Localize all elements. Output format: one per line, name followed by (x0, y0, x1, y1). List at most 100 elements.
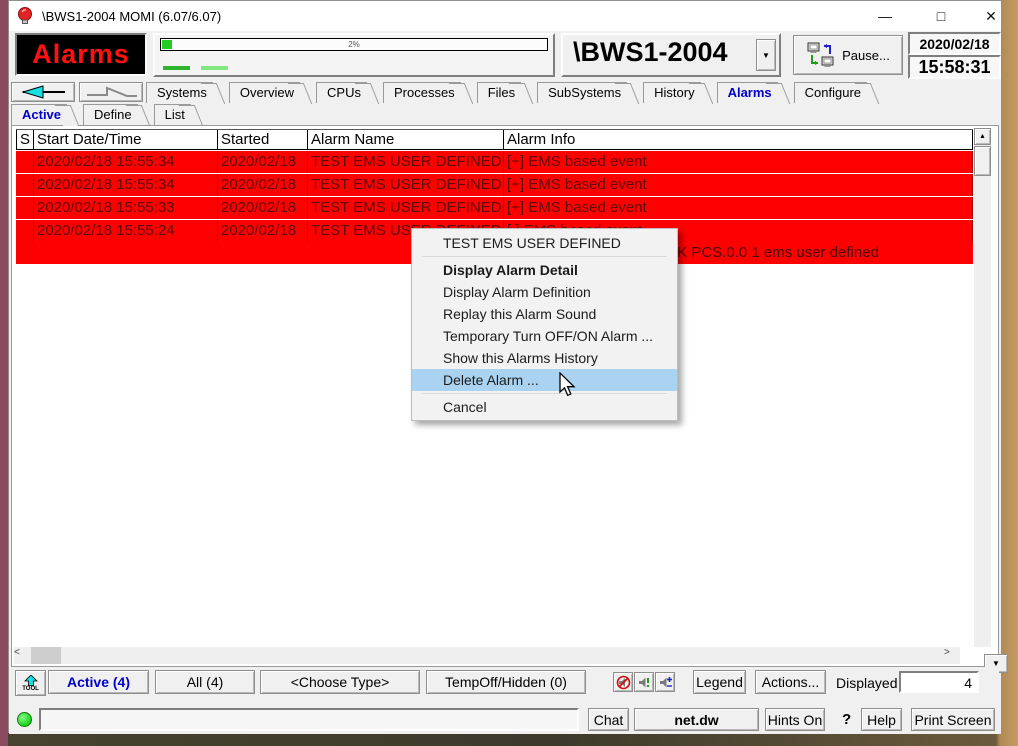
subtab-active[interactable]: Active (11, 104, 67, 125)
tab-overview[interactable]: Overview (229, 82, 300, 103)
menu-item-cancel[interactable]: Cancel (412, 396, 677, 418)
pause-label: Pause... (842, 48, 890, 63)
window-title: \BWS1-2004 MOMI (6.07/6.07) (42, 9, 221, 24)
app-lightbulb-icon (16, 6, 34, 26)
sound-add-icon (658, 675, 673, 690)
main-tab-row: Systems Overview CPUs Processes Files Su… (9, 81, 1001, 103)
tool-button[interactable]: TOOL (15, 670, 46, 696)
scroll-up-button[interactable]: ▲ (974, 128, 991, 145)
tab-history[interactable]: History (643, 82, 700, 103)
filter-all-button[interactable]: All (4) (155, 670, 255, 694)
step-line-icon (83, 84, 139, 100)
status-light-icon (17, 712, 32, 727)
back-arrow-button[interactable] (11, 82, 75, 102)
minimize-icon: — (878, 8, 892, 24)
activity-dash-1 (163, 66, 190, 70)
title-bar: \BWS1-2004 MOMI (6.07/6.07) (9, 1, 1001, 31)
scroll-left-icon: < (14, 647, 20, 658)
sub-tab-row: Active Define List (9, 103, 1001, 125)
alarm-row[interactable]: 2020/02/18 15:55:34 2020/02/18 TEST EMS … (16, 151, 973, 173)
tab-cpus[interactable]: CPUs (316, 82, 367, 103)
scroll-right-icon: > (944, 647, 950, 658)
tab-systems[interactable]: Systems (146, 82, 213, 103)
time-display: 15:58:31 (908, 55, 1001, 79)
minimize-button[interactable]: — (865, 1, 905, 31)
menu-item-display-alarm-definition[interactable]: Display Alarm Definition (412, 281, 677, 303)
activity-dash-2 (201, 66, 228, 70)
menu-item-display-alarm-detail[interactable]: Display Alarm Detail (412, 259, 677, 281)
menu-item-show-alarms-history[interactable]: Show this Alarms History (412, 347, 677, 369)
footer-controls: TOOL Active (4) All (4) <Choose Type> Te… (11, 667, 999, 698)
scroll-up-icon: ▲ (979, 133, 986, 140)
menu-item-replay-alarm-sound[interactable]: Replay this Alarm Sound (412, 303, 677, 325)
sync-computers-icon (806, 41, 836, 69)
column-header-start: Start Date/Time (34, 130, 218, 149)
alarm-row[interactable]: 2020/02/18 15:55:34 2020/02/18 TEST EMS … (16, 174, 973, 196)
scroll-left-button[interactable]: < (14, 647, 30, 664)
column-header-started: Started (218, 130, 308, 149)
system-dropdown-button[interactable]: ▼ (756, 39, 776, 71)
horizontal-scroll-thumb[interactable] (31, 647, 61, 664)
column-header-s: S (16, 130, 34, 149)
actions-button[interactable]: Actions... (755, 670, 826, 694)
maximize-button[interactable]: □ (921, 1, 961, 31)
sound-off-icon (616, 675, 631, 690)
alarm-context-menu: TEST EMS USER DEFINED Display Alarm Deta… (411, 228, 678, 421)
tab-processes[interactable]: Processes (383, 82, 461, 103)
alarm-row[interactable]: 2020/02/18 15:55:33 2020/02/18 TEST EMS … (16, 197, 973, 219)
pause-button[interactable]: Pause... (793, 35, 903, 75)
menu-separator (422, 393, 667, 394)
alarms-indicator[interactable]: Alarms (15, 33, 147, 76)
menu-item-temporary-turn-off-on[interactable]: Temporary Turn OFF/ON Alarm ... (412, 325, 677, 347)
scroll-right-button[interactable]: > (944, 647, 960, 664)
sound-add-button[interactable] (655, 672, 675, 692)
maximize-icon: □ (937, 8, 945, 24)
chevron-down-icon: ▼ (762, 51, 770, 60)
progress-panel: 2% (153, 33, 555, 77)
menu-item-delete-alarm[interactable]: Delete Alarm ... (412, 369, 677, 391)
chat-button[interactable]: Chat (588, 708, 629, 731)
date-display: 2020/02/18 (908, 32, 1001, 55)
close-button[interactable]: ✕ (971, 1, 1011, 31)
trend-line-button[interactable] (79, 82, 143, 102)
displayed-label: Displayed (836, 675, 897, 691)
help-button[interactable]: Help (861, 708, 902, 731)
column-header-info: Alarm Info (504, 130, 973, 149)
toolbar: Alarms 2% \BWS1-2004 ▼ (9, 31, 1001, 81)
subtab-define[interactable]: Define (83, 104, 138, 125)
momi-window: \BWS1-2004 MOMI (6.07/6.07) — □ ✕ Alarms… (8, 0, 1002, 733)
netdw-button[interactable]: net.dw (634, 708, 759, 731)
tab-subsystems[interactable]: SubSystems (537, 82, 627, 103)
displayed-count: 4 (899, 671, 979, 693)
vertical-scrollbar[interactable]: ▲ (974, 128, 991, 647)
status-message-field (39, 708, 579, 731)
progress-percent: 2% (161, 39, 547, 50)
datetime-panel: 2020/02/18 15:58:31 (908, 32, 1001, 79)
tab-files[interactable]: Files (477, 82, 521, 103)
alarms-indicator-label: Alarms (32, 39, 130, 70)
back-arrow-icon (15, 84, 71, 100)
filter-choose-type-button[interactable]: <Choose Type> (260, 670, 420, 694)
column-header-name: Alarm Name (308, 130, 504, 149)
horizontal-scrollbar[interactable]: < > (14, 647, 960, 664)
filter-tempoff-hidden-button[interactable]: TempOff/Hidden (0) (426, 670, 586, 694)
context-menu-title: TEST EMS USER DEFINED (412, 232, 677, 254)
print-screen-button[interactable]: Print Screen (911, 708, 995, 731)
tab-configure[interactable]: Configure (794, 82, 867, 103)
menu-separator (422, 256, 667, 257)
progress-bar: 2% (160, 38, 548, 51)
status-bar: Chat net.dw Hints On ? Help Print Screen (9, 705, 1001, 734)
tool-label: TOOL (22, 686, 39, 692)
legend-button[interactable]: Legend (693, 670, 746, 694)
system-selector[interactable]: \BWS1-2004 ▼ (561, 33, 781, 77)
question-mark-label[interactable]: ? (842, 711, 851, 728)
vertical-scroll-thumb[interactable] (974, 146, 991, 176)
sound-on-button[interactable] (634, 672, 654, 692)
subtab-list[interactable]: List (154, 104, 191, 125)
mouse-cursor (558, 372, 576, 398)
filter-active-button[interactable]: Active (4) (48, 670, 149, 694)
sound-off-button[interactable] (613, 672, 633, 692)
desktop: \BWS1-2004 MOMI (6.07/6.07) — □ ✕ Alarms… (0, 0, 1018, 746)
tab-alarms[interactable]: Alarms (717, 82, 778, 103)
hints-on-button[interactable]: Hints On (765, 708, 825, 731)
